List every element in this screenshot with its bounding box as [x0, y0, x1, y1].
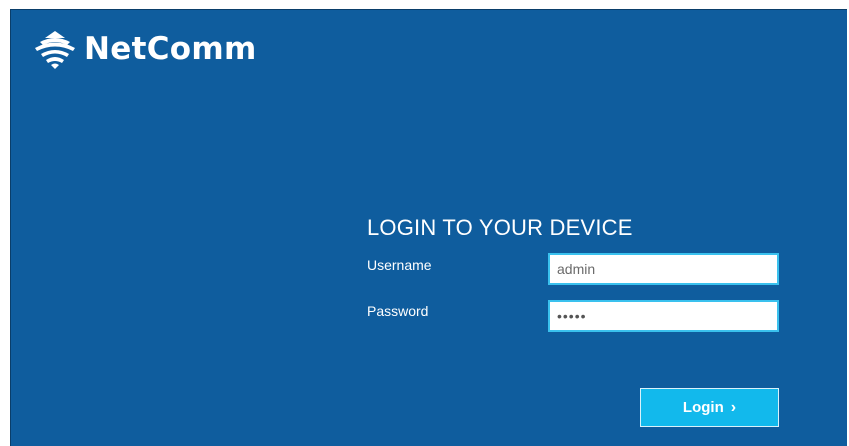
login-page: NetComm LOGIN TO YOUR DEVICE Username Pa…: [10, 9, 847, 446]
brand-logo: NetComm: [32, 29, 257, 69]
login-button-label: Login: [682, 399, 724, 416]
chevron-right-icon: ›: [730, 398, 737, 416]
login-title: LOGIN TO YOUR DEVICE: [367, 215, 633, 240]
username-label: Username: [367, 257, 432, 273]
brand-name: NetComm: [84, 30, 257, 67]
password-input[interactable]: [548, 300, 779, 332]
password-label: Password: [367, 303, 429, 319]
username-input[interactable]: [548, 253, 779, 285]
wifi-logo-icon: [32, 29, 78, 69]
login-button[interactable]: Login ›: [640, 388, 779, 427]
